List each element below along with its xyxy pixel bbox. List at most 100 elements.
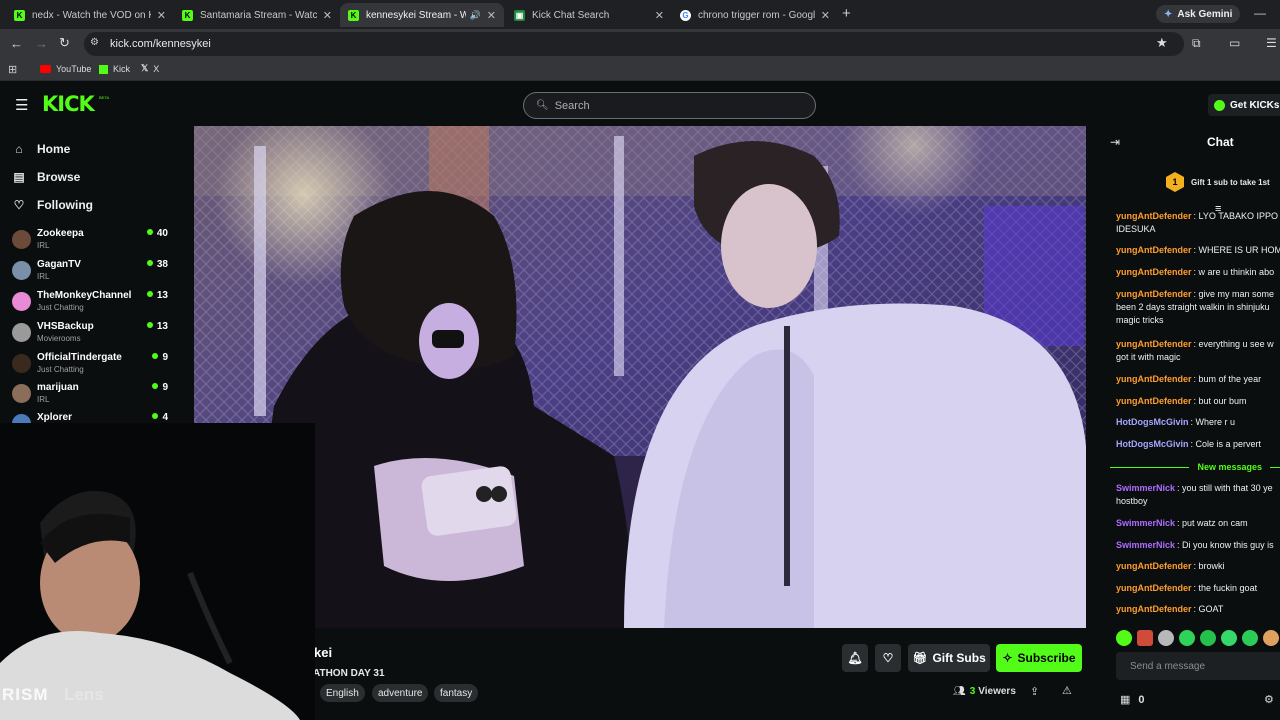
tag-adventure[interactable]: adventure: [372, 684, 429, 702]
menu-icon[interactable]: ☰: [1266, 36, 1277, 50]
chat-message-continued: hostboy: [1116, 496, 1148, 506]
browser-tab[interactable]: G chrono trigger rom - Google Se ✕: [672, 3, 838, 27]
kick-logo[interactable]: KICK: [42, 92, 95, 116]
chat-username[interactable]: yungAntDefender: [1116, 339, 1192, 349]
reload-icon[interactable]: ↻: [59, 35, 70, 51]
gemini-sparkle-icon: ✦: [1164, 8, 1173, 20]
bookmark-star-icon[interactable]: ★: [1156, 35, 1168, 51]
forward-arrow-icon[interactable]: →: [35, 36, 48, 51]
chat-settings-gear-icon[interactable]: ⚙: [1264, 693, 1274, 706]
hamburger-menu-icon[interactable]: ☰: [15, 96, 28, 114]
bookmark-kick[interactable]: Kick: [99, 64, 130, 74]
viewer-count: 40: [147, 228, 168, 239]
sidebar-channel[interactable]: marijuan IRL 9: [12, 382, 168, 412]
report-warning-icon[interactable]: ⚠: [1062, 684, 1072, 697]
video-player[interactable]: [194, 126, 1086, 628]
sidebar-channel[interactable]: OfficialTindergate Just Chatting 9: [12, 352, 168, 382]
close-tab-icon[interactable]: ✕: [821, 9, 830, 22]
channel-name: marijuan: [37, 382, 79, 393]
get-kicks-button[interactable]: Get KICKs: [1208, 94, 1280, 116]
chat-username[interactable]: yungAntDefender: [1116, 561, 1192, 571]
chat-username[interactable]: yungAntDefender: [1116, 267, 1192, 277]
chat-message-input[interactable]: Send a message: [1116, 652, 1280, 680]
channel-name[interactable]: kei: [314, 645, 332, 660]
sidebar-channel[interactable]: VHSBackup Movierooms 13: [12, 321, 168, 351]
browser-tab-active[interactable]: K kennesykei Stream - Watch 🔊 ✕: [340, 3, 504, 27]
chat-username[interactable]: yungAntDefender: [1116, 211, 1192, 221]
emote-icon[interactable]: [1179, 630, 1195, 646]
chat-username[interactable]: HotDogsMcGivin: [1116, 439, 1189, 449]
webcam-overlay: RISM Lens: [0, 423, 315, 720]
tab-title: kennesykei Stream - Watch: [366, 9, 466, 21]
viewers-icon: 👥︎: [953, 686, 966, 697]
chat-username[interactable]: SwimmerNick: [1116, 540, 1175, 550]
chat-message: SwimmerNick: put watz on cam: [1116, 518, 1248, 528]
chat-message-continued: magic tricks: [1116, 315, 1164, 325]
ask-gemini-button[interactable]: ✦ Ask Gemini: [1156, 5, 1241, 23]
search-input[interactable]: 🔍︎ Search: [523, 92, 816, 119]
nav-home[interactable]: ⌂ Home: [12, 142, 70, 156]
chat-username[interactable]: yungAntDefender: [1116, 604, 1192, 614]
viewer-count: 38: [147, 259, 168, 270]
emote-icon[interactable]: [1158, 630, 1174, 646]
gift-subs-button[interactable]: 🎁︎ Gift Subs: [908, 644, 990, 672]
sidebar-channel[interactable]: GaganTV IRL 38: [12, 259, 168, 289]
close-tab-icon[interactable]: ✕: [487, 9, 496, 22]
emote-icon[interactable]: [1242, 630, 1258, 646]
browser-tab[interactable]: K Santamaria Stream - Watch Live ✕: [174, 3, 340, 27]
channel-name: GaganTV: [37, 259, 81, 270]
nav-label: Browse: [37, 170, 81, 184]
chat-username[interactable]: SwimmerNick: [1116, 483, 1175, 493]
emote-icon[interactable]: [1263, 630, 1279, 646]
nav-browse[interactable]: ▤ Browse: [12, 170, 80, 184]
site-info-icon[interactable]: ⚙: [90, 37, 99, 48]
kicks-balance[interactable]: ▦ 0: [1120, 693, 1145, 707]
apps-grid-icon[interactable]: ⊞: [8, 63, 17, 76]
chat-username[interactable]: HotDogsMcGivin: [1116, 417, 1189, 427]
collapse-chat-icon[interactable]: ⇥: [1110, 135, 1120, 149]
avatar: [12, 230, 31, 249]
chat-text: Di you know this guy is: [1182, 540, 1274, 550]
tag-fantasy[interactable]: fantasy: [434, 684, 479, 702]
minimize-window-icon[interactable]: —: [1254, 6, 1266, 20]
follow-heart-button[interactable]: ♡: [875, 644, 901, 672]
sidebar-channel[interactable]: TheMonkeyChannel Just Chatting 13: [12, 290, 168, 320]
chat-username[interactable]: yungAntDefender: [1116, 396, 1192, 406]
back-arrow-icon[interactable]: ←: [10, 36, 23, 51]
nav-following[interactable]: ♡ Following: [12, 198, 93, 212]
emote-icon[interactable]: [1116, 630, 1132, 646]
address-bar[interactable]: ⚙ kick.com/kennesykei ★: [84, 32, 1184, 56]
stream-info-bar: kei ATHON DAY 31 English adventure fanta…: [180, 628, 1100, 720]
chat-username[interactable]: yungAntDefender: [1116, 374, 1192, 384]
tab-title: nedx - Watch the VOD on Kick: [32, 9, 151, 21]
chat-message-continued: got it with magic: [1116, 352, 1181, 362]
browser-tab[interactable]: K nedx - Watch the VOD on Kick ✕: [6, 3, 174, 27]
stream-title: ATHON DAY 31: [313, 668, 385, 679]
sidepanel-icon[interactable]: ▭: [1229, 36, 1240, 50]
close-tab-icon[interactable]: ✕: [655, 9, 664, 22]
chat-username[interactable]: SwimmerNick: [1116, 518, 1175, 528]
url-text[interactable]: kick.com/kennesykei: [110, 38, 211, 50]
extensions-icon[interactable]: ⧉: [1192, 36, 1201, 51]
browser-tab[interactable]: ▣ Kick Chat Search ✕: [506, 3, 672, 27]
notification-bell-button[interactable]: 🔔︎: [842, 644, 868, 672]
emote-icon[interactable]: [1200, 630, 1216, 646]
close-tab-icon[interactable]: ✕: [157, 9, 166, 22]
sidebar-channel[interactable]: Zookeepa IRL 40: [12, 228, 168, 258]
emote-icon[interactable]: [1221, 630, 1237, 646]
tag-english[interactable]: English: [320, 684, 365, 702]
speaker-icon[interactable]: 🔊: [470, 10, 481, 21]
new-tab-button[interactable]: +: [842, 5, 851, 22]
sidebar-channel[interactable]: Xplorer 4: [12, 412, 168, 423]
subscribe-button[interactable]: ✧ Subscribe: [996, 644, 1082, 672]
share-icon[interactable]: ⇪: [1030, 685, 1039, 698]
close-tab-icon[interactable]: ✕: [323, 9, 332, 22]
emote-icon[interactable]: [1137, 630, 1153, 646]
channel-category: IRL: [37, 272, 50, 281]
bookmark-youtube[interactable]: YouTube: [40, 64, 91, 74]
chat-username[interactable]: yungAntDefender: [1116, 245, 1192, 255]
chat-username[interactable]: yungAntDefender: [1116, 583, 1192, 593]
gift-leaderboard-banner[interactable]: 1 Gift 1 sub to take 1st: [1166, 172, 1270, 192]
bookmark-x[interactable]: 𝕏 X: [141, 63, 159, 74]
chat-username[interactable]: yungAntDefender: [1116, 289, 1192, 299]
